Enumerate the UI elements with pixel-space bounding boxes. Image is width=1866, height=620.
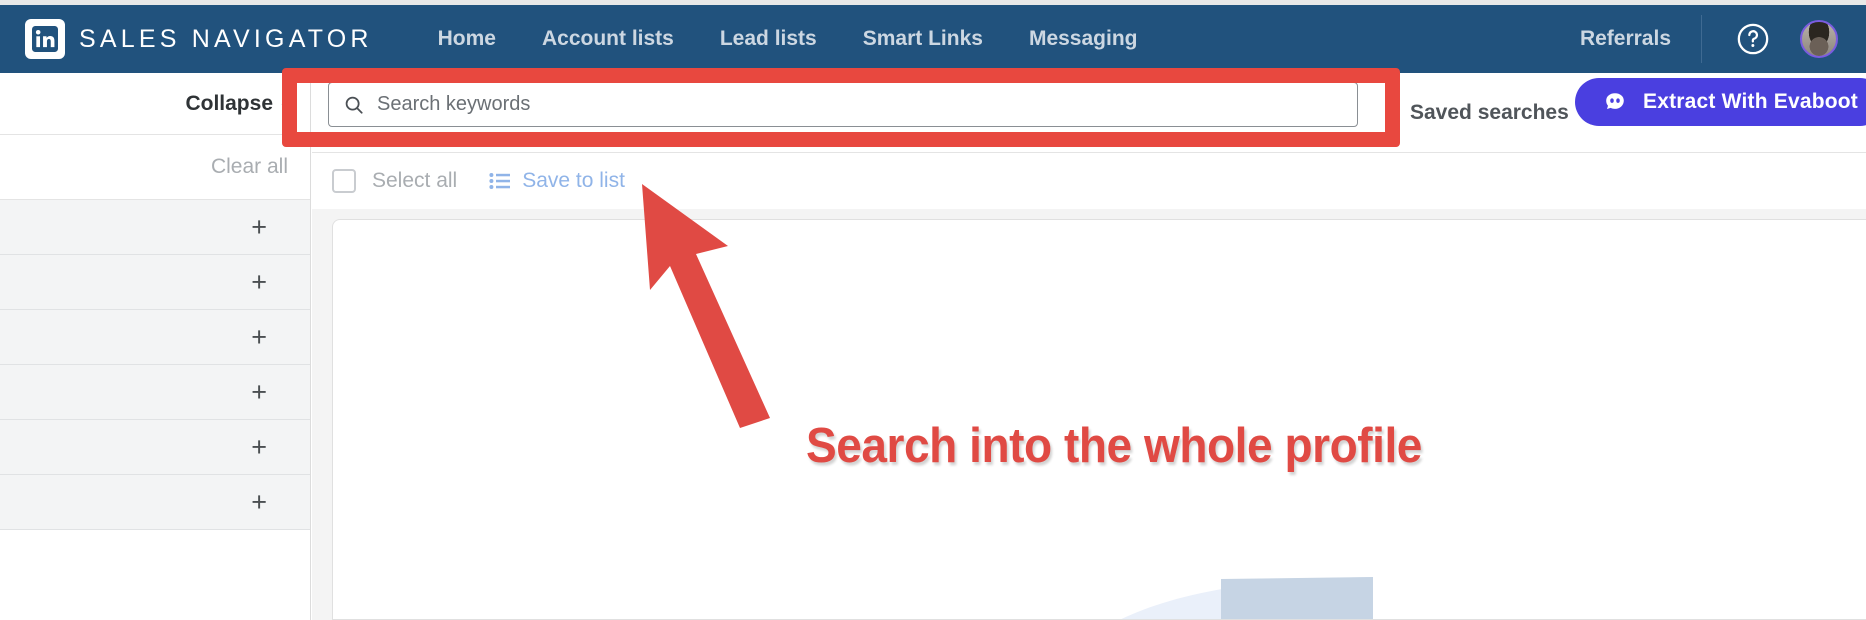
evaboot-robot-icon [1601,88,1629,116]
filter-group-row[interactable]: + [0,200,310,255]
save-to-list-label: Save to list [522,168,625,192]
plus-icon: + [251,321,267,352]
brand-title: SALES NAVIGATOR [79,24,373,53]
chevron-left-icon: ‹ [281,91,288,115]
filter-group-row[interactable]: + [0,420,310,475]
clear-all-button[interactable]: Clear all [211,155,288,179]
nav-right-group: Referrals [1580,5,1866,73]
question-mark-circle-icon[interactable] [1736,22,1770,56]
results-toolbar: Select all Save to list [312,153,1866,208]
annotation-text: Search into the whole profile [806,419,1422,473]
primary-nav-links: Home Account lists Lead lists Smart Link… [415,27,1161,51]
filter-group-row[interactable]: + [0,310,310,365]
plus-icon: + [251,431,267,462]
results-area [312,209,1866,620]
collapse-label: Collapse [185,91,273,115]
extract-with-evaboot-button[interactable]: Extract With Evaboot [1575,78,1866,126]
filter-group-row[interactable]: + [0,365,310,420]
main-content-column: Search keywords Saved searches Extract W… [312,73,1866,620]
clear-all-row: Clear all [0,135,310,199]
nav-divider [1701,15,1702,63]
select-all-checkbox[interactable] [332,168,356,193]
empty-state-illustration [1121,577,1373,619]
search-input[interactable]: Search keywords [328,82,1358,127]
filters-sidebar: Collapse ‹ Clear all + + + + + + [0,73,311,620]
plus-icon: + [251,266,267,297]
top-navigation-bar: SALES NAVIGATOR Home Account lists Lead … [0,5,1866,73]
search-placeholder-text: Search keywords [377,93,531,115]
nav-link-account-lists[interactable]: Account lists [519,27,697,51]
save-to-list-button[interactable]: Save to list [489,169,625,193]
brand-logo-group[interactable]: SALES NAVIGATOR [25,19,373,59]
plus-icon: + [251,486,267,517]
filter-group-row[interactable]: + [0,255,310,310]
nav-link-lead-lists[interactable]: Lead lists [697,27,840,51]
filter-group-row[interactable]: + [0,475,310,530]
collapse-sidebar-button[interactable]: Collapse ‹ [0,73,310,135]
select-all-label[interactable]: Select all [372,169,457,193]
linkedin-logo-icon [25,19,65,59]
plus-icon: + [251,376,267,407]
plus-icon: + [251,211,267,242]
extract-button-label: Extract With Evaboot [1643,90,1859,113]
search-toolbar: Search keywords Saved searches Extract W… [312,73,1866,153]
nav-link-referrals[interactable]: Referrals [1580,27,1701,51]
nav-link-home[interactable]: Home [415,27,519,51]
avatar[interactable] [1800,20,1838,58]
saved-searches-button[interactable]: Saved searches [1410,101,1569,125]
sales-navigator-screen: SALES NAVIGATOR Home Account lists Lead … [0,0,1866,620]
nav-link-messaging[interactable]: Messaging [1006,27,1161,51]
list-icon [489,171,511,191]
search-icon [343,94,365,116]
filter-group-list: + + + + + + [0,199,310,530]
nav-link-smart-links[interactable]: Smart Links [840,27,1006,51]
